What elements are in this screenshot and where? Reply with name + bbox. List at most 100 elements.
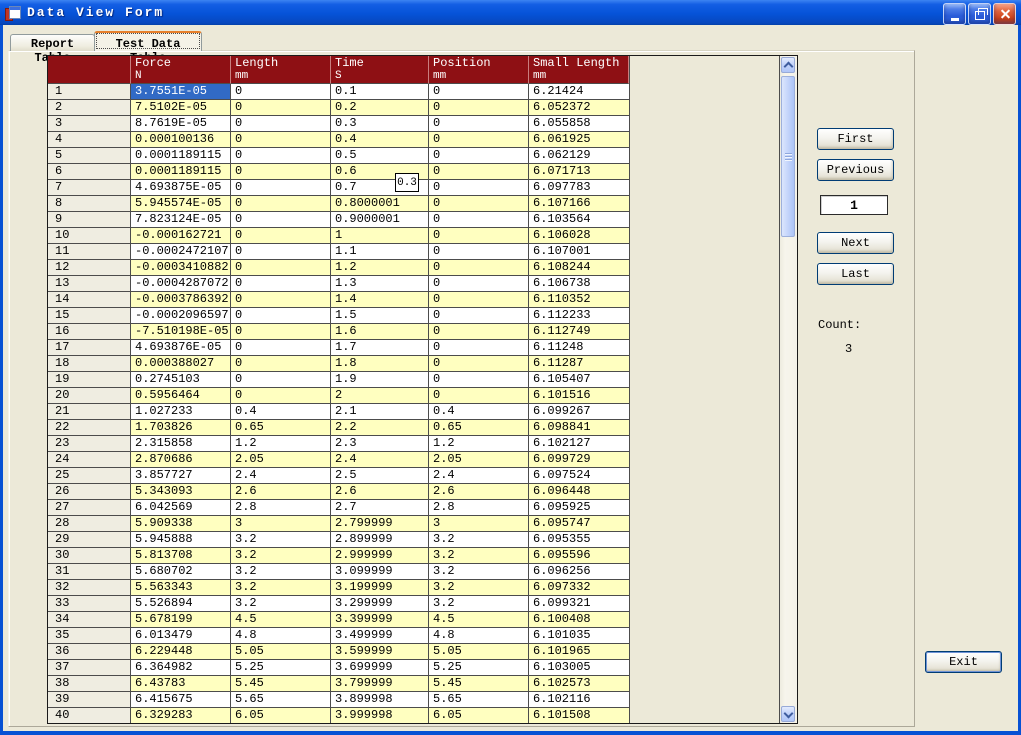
- row-header-cell[interactable]: 5: [48, 148, 131, 164]
- data-cell[interactable]: 1.7: [331, 340, 429, 356]
- data-cell[interactable]: 5.563343: [131, 580, 231, 596]
- data-cell[interactable]: 2.1: [331, 404, 429, 420]
- data-cell[interactable]: 0: [429, 164, 529, 180]
- data-cell[interactable]: 3.499999: [331, 628, 429, 644]
- data-cell[interactable]: 0: [429, 308, 529, 324]
- data-cell[interactable]: 5.813708: [131, 548, 231, 564]
- data-cell[interactable]: 0.4: [429, 404, 529, 420]
- data-cell[interactable]: 6.108244: [529, 260, 629, 276]
- data-cell[interactable]: 0: [231, 148, 331, 164]
- data-cell[interactable]: 3.599999: [331, 644, 429, 660]
- data-cell[interactable]: 2.4: [231, 468, 331, 484]
- data-cell[interactable]: 3.699999: [331, 660, 429, 676]
- data-cell[interactable]: 1.3: [331, 276, 429, 292]
- previous-button[interactable]: Previous: [817, 159, 894, 181]
- data-cell[interactable]: 1.2: [429, 436, 529, 452]
- data-cell[interactable]: 0: [231, 164, 331, 180]
- data-cell[interactable]: 5.945574E-05: [131, 196, 231, 212]
- close-button[interactable]: [993, 3, 1016, 25]
- data-cell[interactable]: 4.5: [429, 612, 529, 628]
- data-cell[interactable]: 0: [231, 196, 331, 212]
- data-cell[interactable]: 0.65: [429, 420, 529, 436]
- data-cell[interactable]: 0: [231, 132, 331, 148]
- data-cell[interactable]: 6.106028: [529, 228, 629, 244]
- data-cell[interactable]: 3.2: [429, 564, 529, 580]
- data-cell[interactable]: 6.099321: [529, 596, 629, 612]
- data-cell[interactable]: 6.101035: [529, 628, 629, 644]
- data-cell[interactable]: 3.2: [231, 580, 331, 596]
- data-cell[interactable]: 1: [331, 228, 429, 244]
- data-cell[interactable]: 2: [331, 388, 429, 404]
- data-cell[interactable]: 1.5: [331, 308, 429, 324]
- data-cell[interactable]: -0.0002096597: [131, 308, 231, 324]
- data-cell[interactable]: 0: [231, 260, 331, 276]
- data-cell[interactable]: 6.364982: [131, 660, 231, 676]
- row-header-cell[interactable]: 27: [48, 500, 131, 516]
- page-number-input[interactable]: [820, 195, 888, 215]
- data-cell[interactable]: 0: [231, 308, 331, 324]
- row-header-cell[interactable]: 13: [48, 276, 131, 292]
- data-cell[interactable]: 0: [231, 84, 331, 100]
- data-cell[interactable]: 1.9: [331, 372, 429, 388]
- data-cell[interactable]: 0: [231, 372, 331, 388]
- data-cell[interactable]: 0: [231, 324, 331, 340]
- data-cell[interactable]: 0: [429, 388, 529, 404]
- data-cell[interactable]: 6.071713: [529, 164, 629, 180]
- data-cell[interactable]: 4.8: [429, 628, 529, 644]
- data-cell[interactable]: 3.2: [231, 548, 331, 564]
- tab-report-table[interactable]: Report Table: [10, 34, 95, 51]
- column-header-small-length[interactable]: Small Lengthmm: [529, 56, 629, 84]
- row-header-cell[interactable]: 34: [48, 612, 131, 628]
- data-cell[interactable]: 5.343093: [131, 484, 231, 500]
- data-cell[interactable]: 0: [429, 196, 529, 212]
- data-cell[interactable]: 3.999998: [331, 708, 429, 724]
- data-cell[interactable]: 1.703826: [131, 420, 231, 436]
- data-cell[interactable]: 6.05: [231, 708, 331, 724]
- data-cell[interactable]: 0: [429, 148, 529, 164]
- data-cell[interactable]: 8.7619E-05: [131, 116, 231, 132]
- data-cell[interactable]: 3.299999: [331, 596, 429, 612]
- row-header-cell[interactable]: 11: [48, 244, 131, 260]
- data-cell[interactable]: 6.096256: [529, 564, 629, 580]
- data-cell[interactable]: 0.65: [231, 420, 331, 436]
- data-cell[interactable]: 0.5: [331, 148, 429, 164]
- data-cell[interactable]: 6.103005: [529, 660, 629, 676]
- column-header-time[interactable]: TimeS: [331, 56, 429, 84]
- data-cell[interactable]: 3.2: [429, 548, 529, 564]
- data-cell[interactable]: 0: [429, 372, 529, 388]
- data-cell[interactable]: 2.2: [331, 420, 429, 436]
- data-cell[interactable]: 6.062129: [529, 148, 629, 164]
- data-cell[interactable]: 0: [231, 180, 331, 196]
- data-cell[interactable]: -7.510198E-05: [131, 324, 231, 340]
- scroll-thumb[interactable]: [781, 76, 795, 237]
- data-cell[interactable]: 3.2: [231, 596, 331, 612]
- data-cell[interactable]: 5.526894: [131, 596, 231, 612]
- data-cell[interactable]: 1.8: [331, 356, 429, 372]
- data-cell[interactable]: 0: [231, 116, 331, 132]
- row-header-cell[interactable]: 30: [48, 548, 131, 564]
- data-cell[interactable]: 0.0001189115: [131, 148, 231, 164]
- row-header-cell[interactable]: 7: [48, 180, 131, 196]
- data-cell[interactable]: 0: [429, 324, 529, 340]
- data-cell[interactable]: 6.43783: [131, 676, 231, 692]
- data-cell[interactable]: 6.106738: [529, 276, 629, 292]
- data-cell[interactable]: -0.000162721: [131, 228, 231, 244]
- data-cell[interactable]: 6.097783: [529, 180, 629, 196]
- data-cell[interactable]: 2.8: [429, 500, 529, 516]
- data-cell[interactable]: 5.45: [429, 676, 529, 692]
- row-header-cell[interactable]: 24: [48, 452, 131, 468]
- data-cell[interactable]: 5.25: [429, 660, 529, 676]
- data-cell[interactable]: 0: [231, 292, 331, 308]
- data-cell[interactable]: 3.799999: [331, 676, 429, 692]
- data-cell[interactable]: 2.7: [331, 500, 429, 516]
- column-header-position[interactable]: Positionmm: [429, 56, 529, 84]
- data-cell[interactable]: 3.199999: [331, 580, 429, 596]
- row-header-cell[interactable]: 38: [48, 676, 131, 692]
- row-header-cell[interactable]: 19: [48, 372, 131, 388]
- data-cell[interactable]: 0: [231, 356, 331, 372]
- data-cell[interactable]: 3.399999: [331, 612, 429, 628]
- minimize-button[interactable]: [943, 3, 966, 25]
- data-cell[interactable]: 6.099729: [529, 452, 629, 468]
- data-cell[interactable]: 0.5956464: [131, 388, 231, 404]
- data-cell[interactable]: 6.110352: [529, 292, 629, 308]
